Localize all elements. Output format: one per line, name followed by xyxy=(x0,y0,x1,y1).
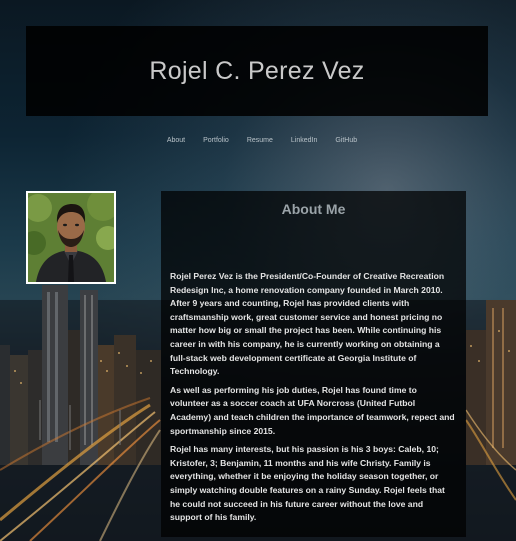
about-section: About Me Rojel Perez Vez is the Presiden… xyxy=(161,191,466,537)
nav-link-resume[interactable]: Resume xyxy=(247,137,273,144)
about-paragraph: Rojel Perez Vez is the President/Co-Foun… xyxy=(170,271,445,377)
nav-link-github[interactable]: GitHub xyxy=(335,137,357,144)
about-heading: About Me xyxy=(281,201,346,217)
about-paragraph: As well as performing his job duties, Ro… xyxy=(170,384,455,436)
about-paragraph: Rojel has many interests, but his passio… xyxy=(170,444,445,523)
nav-link-about[interactable]: About xyxy=(167,137,185,144)
nav-link-portfolio[interactable]: Portfolio xyxy=(203,137,229,144)
page-title: Rojel C. Perez Vez xyxy=(149,56,365,85)
header-banner: Rojel C. Perez Vez xyxy=(26,26,488,116)
nav-link-linkedin[interactable]: LinkedIn xyxy=(291,137,317,144)
about-body: Rojel Perez Vez is the President/Co-Foun… xyxy=(170,270,457,525)
main-nav: About Portfolio Resume LinkedIn GitHub xyxy=(0,137,516,144)
profile-photo-image xyxy=(28,193,114,282)
profile-photo xyxy=(26,191,116,284)
